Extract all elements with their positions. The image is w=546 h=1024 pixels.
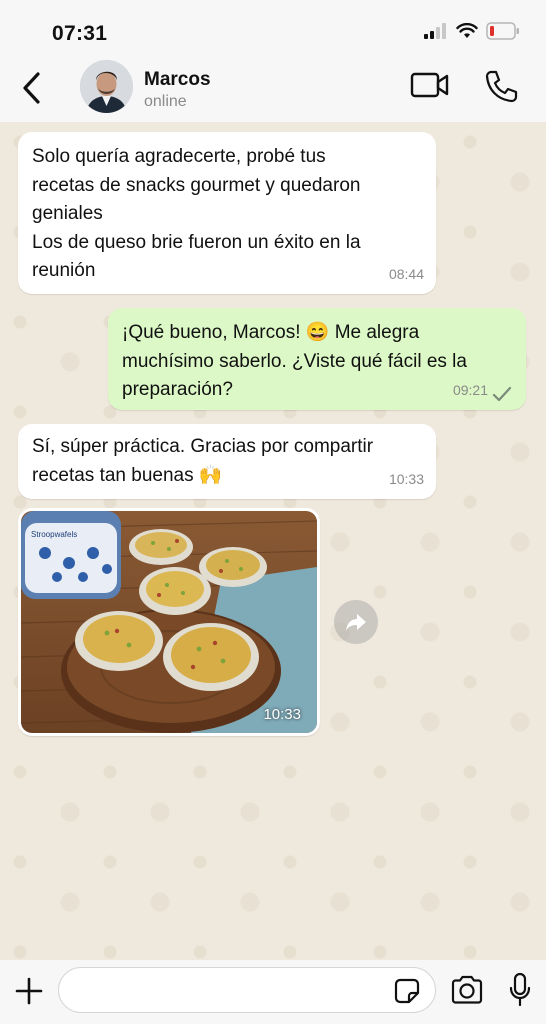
contact-status: online (144, 93, 187, 110)
video-call-button[interactable] (410, 70, 450, 100)
sticker-button[interactable] (392, 976, 422, 1006)
contact-name[interactable]: Marcos (144, 69, 211, 91)
chat-header: Marcos online (0, 60, 546, 122)
microphone-icon (509, 972, 531, 1007)
wifi-icon (456, 23, 478, 38)
jar-label: Stroopwafels (31, 530, 77, 539)
message-input[interactable] (58, 967, 436, 1013)
message-text-line: Los de queso brie fueron un éxito en la (32, 231, 361, 253)
message-text-line: geniales (32, 203, 103, 224)
snack-photo: Stroopwafels (21, 511, 317, 733)
avatar[interactable] (80, 60, 133, 113)
voice-call-button[interactable] (483, 68, 519, 104)
video-camera-icon (410, 72, 449, 98)
message-text-line: muchísimo saberlo. ¿Viste qué fácil es l… (122, 350, 467, 372)
photo[interactable]: Stroopwafels 10:33 (21, 511, 317, 733)
message-text-line: Sí, súper práctica. Gracias por comparti… (32, 436, 374, 457)
message-text-line: recetas de snacks gourmet y quedaron (32, 174, 361, 196)
message-outgoing[interactable]: ¡Qué bueno, Marcos! 😄 Me alegra muchísim… (108, 308, 526, 410)
chat-area[interactable]: Solo quería agradecerte, probé tus recet… (0, 122, 546, 960)
sticker-icon (394, 978, 420, 1004)
message-incoming[interactable]: Solo quería agradecerte, probé tus recet… (18, 132, 436, 294)
forward-arrow-icon (346, 614, 366, 631)
signal-icon (424, 23, 446, 39)
camera-button[interactable] (450, 974, 484, 1006)
battery-icon (486, 22, 519, 40)
camera-icon (451, 975, 483, 1004)
input-bar (0, 960, 546, 1024)
message-incoming[interactable]: Sí, súper práctica. Gracias por comparti… (18, 424, 436, 499)
status-time: 07:31 (52, 22, 108, 45)
message-time: 08:44 (388, 265, 424, 282)
message-text-line: recetas tan buenas 🙌 (32, 464, 223, 486)
check-icon (492, 386, 512, 402)
message-text-line: reunión (32, 260, 96, 281)
phone-icon (485, 70, 518, 103)
message-text-line: ¡Qué bueno, Marcos! 😄 Me alegra (122, 322, 420, 343)
plus-icon (15, 977, 43, 1005)
back-button[interactable] (18, 68, 48, 108)
attach-button[interactable] (14, 976, 44, 1006)
status-icons (424, 22, 520, 40)
message-time: 10:33 (388, 470, 424, 487)
message-time: 09:21 (452, 381, 488, 398)
chevron-left-icon (23, 72, 40, 104)
status-bar: 07:31 (0, 0, 546, 60)
message-time: 10:33 (263, 706, 301, 723)
message-text-line: Solo quería agradecerte, probé tus (32, 146, 326, 167)
microphone-button[interactable] (508, 972, 532, 1008)
avatar-image (80, 60, 133, 113)
forward-button[interactable] (334, 600, 378, 644)
image-message[interactable]: Stroopwafels 10:33 (18, 508, 320, 736)
